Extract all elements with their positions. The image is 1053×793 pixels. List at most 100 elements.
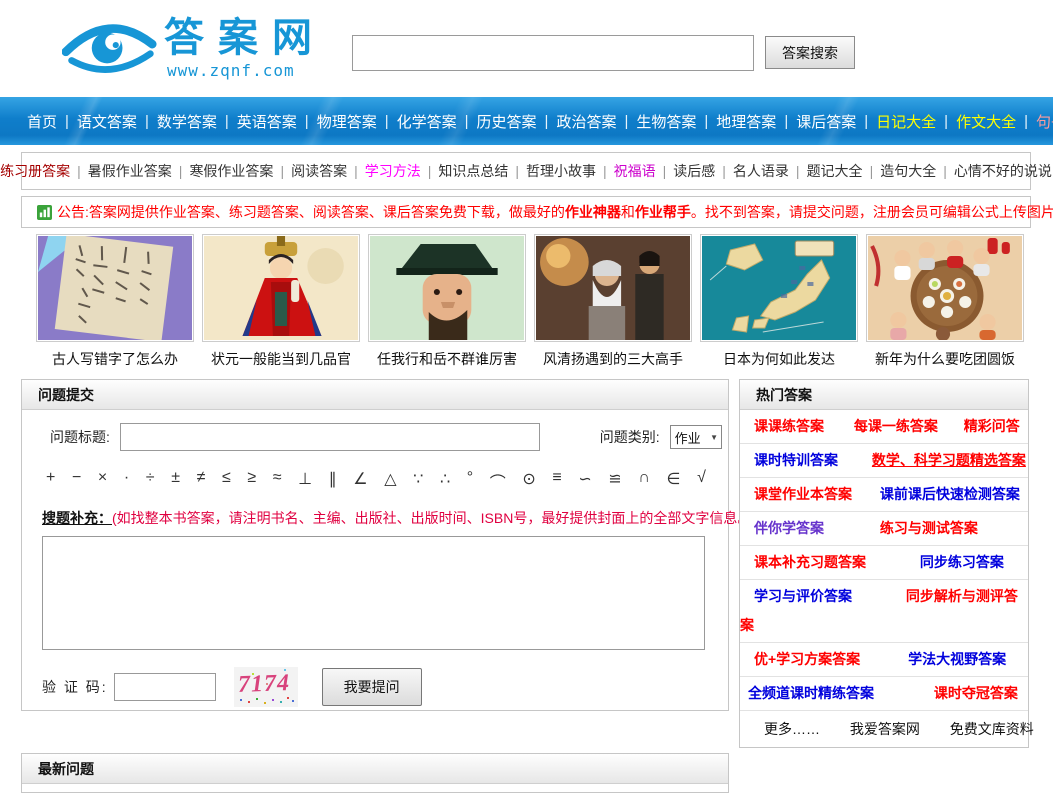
gallery-image-zhuangyuan[interactable] <box>202 234 360 342</box>
math-symbol-button[interactable]: ∵ <box>413 469 423 493</box>
nav-item-politics[interactable]: 政治答案 <box>556 111 616 132</box>
hot-link[interactable]: 学习与评价答案 <box>754 588 852 604</box>
gallery-item[interactable]: 日本为何如此发达 <box>700 234 858 369</box>
math-symbol-button[interactable]: △ <box>384 469 396 493</box>
hot-link[interactable]: 伴你学答案 <box>754 520 824 536</box>
math-symbol-button[interactable]: ≌ <box>608 469 621 493</box>
nav-item-chemistry[interactable]: 化学答案 <box>397 111 457 132</box>
math-symbol-button[interactable]: ≡ <box>552 469 561 493</box>
subnav-item[interactable]: 题记大全 <box>807 161 863 181</box>
nav-item-afterclass[interactable]: 课后答案 <box>796 111 856 132</box>
math-symbol-button[interactable]: ∈ <box>667 469 681 493</box>
math-symbol-button[interactable]: − <box>72 469 81 493</box>
nav-item-physics[interactable]: 物理答案 <box>317 111 377 132</box>
nav-separator: | <box>545 113 549 130</box>
nav-item-sentences[interactable]: 句子大全 <box>1036 111 1053 132</box>
math-symbol-button[interactable]: · <box>124 469 129 493</box>
nav-item-english[interactable]: 英语答案 <box>237 111 297 132</box>
gallery-caption[interactable]: 古人写错字了怎么办 <box>36 349 194 369</box>
math-symbol-button[interactable]: ÷ <box>146 469 155 493</box>
hot-link[interactable]: 同步练习答案 <box>920 554 1004 570</box>
math-symbol-button[interactable]: ⌒ <box>490 469 506 493</box>
math-symbol-button[interactable]: ∽ <box>578 469 591 493</box>
gallery-item[interactable]: 状元一般能当到几品官 <box>202 234 360 369</box>
gallery-caption[interactable]: 状元一般能当到几品官 <box>202 349 360 369</box>
nav-item-home[interactable]: 首页 <box>27 111 57 132</box>
nav-item-composition[interactable]: 作文大全 <box>956 111 1016 132</box>
hot-link[interactable]: 课时特训答案 <box>754 452 838 468</box>
nav-item-math[interactable]: 数学答案 <box>157 111 217 132</box>
subnav-item[interactable]: 哲理小故事 <box>526 161 596 181</box>
subnav-item[interactable]: 暑假作业答案 <box>88 161 172 181</box>
site-logo[interactable]: 答案网 www.zqnf.com <box>62 16 326 80</box>
subnav-item[interactable]: 学习方法 <box>365 161 421 181</box>
hot-link[interactable]: 课堂作业本答案 <box>754 486 852 502</box>
gallery-caption[interactable]: 日本为何如此发达 <box>700 349 858 369</box>
math-symbol-button[interactable]: ∩ <box>638 469 650 493</box>
hot-link[interactable]: 课前课后快速检测答案 <box>880 486 1020 502</box>
gallery-caption[interactable]: 风清扬遇到的三大高手 <box>534 349 692 369</box>
subnav-item[interactable]: 练习册答案 <box>0 161 70 181</box>
nav-item-history[interactable]: 历史答案 <box>477 111 537 132</box>
hot-link[interactable]: 课本补充习题答案 <box>754 554 866 570</box>
captcha-label: 验 证 码: <box>42 677 108 697</box>
math-symbol-button[interactable]: ≈ <box>273 469 282 493</box>
hot-link[interactable]: 学法大视野答案 <box>908 651 1006 667</box>
hot-link[interactable]: 每课一练答案 <box>854 418 938 434</box>
gallery-item[interactable]: 古人写错字了怎么办 <box>36 234 194 369</box>
category-select[interactable]: 作业 ▼ <box>670 425 722 449</box>
nav-item-biology[interactable]: 生物答案 <box>636 111 696 132</box>
math-symbol-button[interactable]: ≤ <box>222 469 231 493</box>
subnav-item[interactable]: 知识点总结 <box>438 161 508 181</box>
math-symbol-button[interactable]: ∴ <box>440 469 450 493</box>
subnav-item[interactable]: 阅读答案 <box>291 161 347 181</box>
math-symbol-button[interactable]: ⊥ <box>298 469 312 493</box>
gallery-caption[interactable]: 新年为什么要吃团圆饭 <box>866 349 1024 369</box>
gallery-image-fengqingyang[interactable] <box>534 234 692 342</box>
nav-item-chinese[interactable]: 语文答案 <box>77 111 137 132</box>
gallery-image-japan-map[interactable] <box>700 234 858 342</box>
math-symbol-button[interactable]: ⊙ <box>522 469 535 493</box>
gallery-image-calligraphy[interactable] <box>36 234 194 342</box>
captcha-input[interactable] <box>114 673 216 701</box>
search-input[interactable] <box>353 36 753 70</box>
math-symbol-button[interactable]: ≠ <box>197 469 206 493</box>
hot-link[interactable]: 练习与测试答案 <box>880 520 978 536</box>
subnav-item[interactable]: 心情不好的说说 <box>954 161 1052 181</box>
math-symbol-button[interactable]: √ <box>697 469 706 493</box>
subnav-item[interactable]: 寒假作业答案 <box>189 161 273 181</box>
gallery-item[interactable]: 新年为什么要吃团圆饭 <box>866 234 1024 369</box>
search-button[interactable]: 答案搜索 <box>765 36 855 69</box>
supplement-textarea[interactable] <box>42 536 705 650</box>
subnav-item[interactable]: 祝福语 <box>614 161 656 181</box>
hot-link[interactable]: 精彩问答 <box>964 418 1020 434</box>
subnav-item[interactable]: 读后感 <box>673 161 715 181</box>
subnav-item[interactable]: 名人语录 <box>733 161 789 181</box>
math-symbol-button[interactable]: ± <box>171 469 180 493</box>
gallery-item[interactable]: 风清扬遇到的三大高手 <box>534 234 692 369</box>
math-symbol-button[interactable]: ° <box>467 469 473 493</box>
hot-link[interactable]: 数学、科学习题精选答案 <box>872 452 1026 468</box>
math-symbol-button[interactable]: ∥ <box>329 469 337 493</box>
more-link[interactable]: 更多…… <box>764 721 820 737</box>
math-symbol-button[interactable]: + <box>46 469 55 493</box>
gallery-caption[interactable]: 任我行和岳不群谁厉害 <box>368 349 526 369</box>
hot-link[interactable]: 课时夺冠答案 <box>934 685 1018 701</box>
gallery-image-renwoxing[interactable] <box>368 234 526 342</box>
hot-link[interactable]: 全频道课时精练答案 <box>748 685 874 701</box>
gallery-item[interactable]: 任我行和岳不群谁厉害 <box>368 234 526 369</box>
ask-question-button[interactable]: 我要提问 <box>322 668 422 706</box>
captcha-image[interactable]: 7174 <box>234 667 298 707</box>
free-library-link[interactable]: 免费文库资料 <box>950 721 1034 737</box>
math-symbol-button[interactable]: ∠ <box>353 469 367 493</box>
hot-link[interactable]: 课课练答案 <box>754 418 824 434</box>
hot-link[interactable]: 优+学习方案答案 <box>754 651 860 667</box>
love-answers-link[interactable]: 我爱答案网 <box>850 721 920 737</box>
math-symbol-button[interactable]: × <box>98 469 107 493</box>
nav-item-geography[interactable]: 地理答案 <box>716 111 776 132</box>
nav-item-diary[interactable]: 日记大全 <box>876 111 936 132</box>
question-title-input[interactable] <box>120 423 540 451</box>
subnav-item[interactable]: 造句大全 <box>880 161 936 181</box>
gallery-image-reunion-dinner[interactable] <box>866 234 1024 342</box>
math-symbol-button[interactable]: ≥ <box>247 469 256 493</box>
